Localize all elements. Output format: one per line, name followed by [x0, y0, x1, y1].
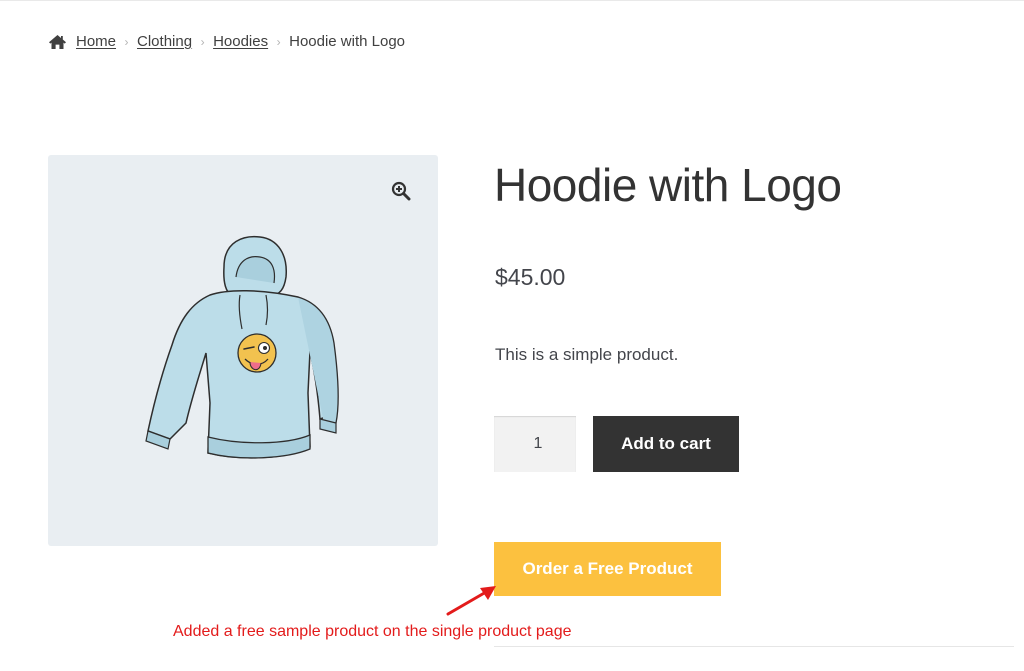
breadcrumb-link-home[interactable]: Home [76, 33, 116, 50]
product-short-description: This is a simple product. [495, 345, 679, 364]
add-to-cart-button[interactable]: Add to cart [593, 416, 739, 472]
home-icon [49, 34, 66, 49]
magnifier-plus-icon [391, 181, 411, 201]
header-divider [0, 0, 1024, 1]
breadcrumb-link-clothing[interactable]: Clothing [137, 33, 192, 50]
breadcrumb-current: Hoodie with Logo [289, 33, 406, 50]
breadcrumb-separator-icon: › [200, 34, 205, 49]
breadcrumb: Home › Clothing › Hoodies › Hoodie with … [48, 33, 405, 50]
section-divider [494, 646, 1014, 647]
order-free-product-button[interactable]: Order a Free Product [494, 542, 721, 596]
product-image[interactable] [140, 233, 346, 469]
breadcrumb-separator-icon: › [276, 34, 281, 49]
breadcrumb-separator-icon: › [124, 34, 129, 49]
zoom-button[interactable] [385, 175, 417, 207]
annotation-text: Added a free sample product on the singl… [173, 623, 572, 640]
product-price: $45.00 [495, 264, 566, 290]
quantity-input[interactable] [494, 416, 576, 472]
breadcrumb-link-hoodies[interactable]: Hoodies [213, 33, 268, 50]
product-gallery [48, 155, 438, 546]
product-title: Hoodie with Logo [494, 159, 842, 211]
arrow-icon [446, 586, 496, 616]
